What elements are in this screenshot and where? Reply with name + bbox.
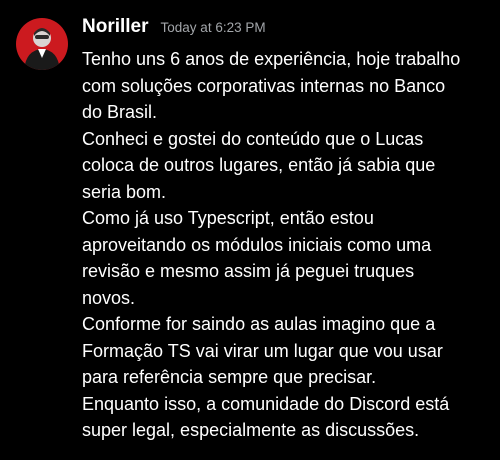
message-line: revisão e mesmo assim já peguei truques	[82, 261, 415, 281]
user-avatar-icon[interactable]	[16, 18, 68, 70]
message-line: Enquanto isso, a comunidade do Discord e…	[82, 393, 450, 414]
message-line: para referência sempre que precisar.	[82, 367, 377, 387]
message-line: aproveitando os módulos iniciais como um…	[82, 234, 432, 255]
message-line: novos.	[82, 287, 136, 308]
message-line: coloca de outros lugares, então já sabia…	[82, 155, 436, 175]
message-line: do Brasil.	[82, 102, 158, 122]
message-line: Tenho uns 6 anos de experiência, hoje tr…	[82, 49, 461, 69]
message-content: Noriller Today at 6:23 PM Tenho uns 6 an…	[82, 16, 494, 444]
username[interactable]: Noriller	[82, 16, 149, 38]
message-line: Como já uso Typescript, então estou	[82, 208, 374, 228]
message-line: Formação TS vai virar um lugar que vou u…	[82, 340, 443, 361]
message-header: Noriller Today at 6:23 PM	[82, 16, 494, 46]
timestamp: Today at 6:23 PM	[160, 20, 266, 35]
chat-message: Noriller Today at 6:23 PM Tenho uns 6 an…	[0, 0, 500, 460]
message-line: com soluções corporativas internas no Ba…	[82, 75, 446, 96]
message-body: Tenho uns 6 anos de experiência, hoje tr…	[82, 46, 494, 444]
message-line: super legal, especialmente as discussões…	[82, 420, 420, 440]
message-line: Conheci e gostei do conteúdo que o Lucas	[82, 128, 424, 149]
message-line: seria bom.	[82, 181, 167, 202]
message-line: Conforme for saindo as aulas imagino que…	[82, 314, 436, 334]
